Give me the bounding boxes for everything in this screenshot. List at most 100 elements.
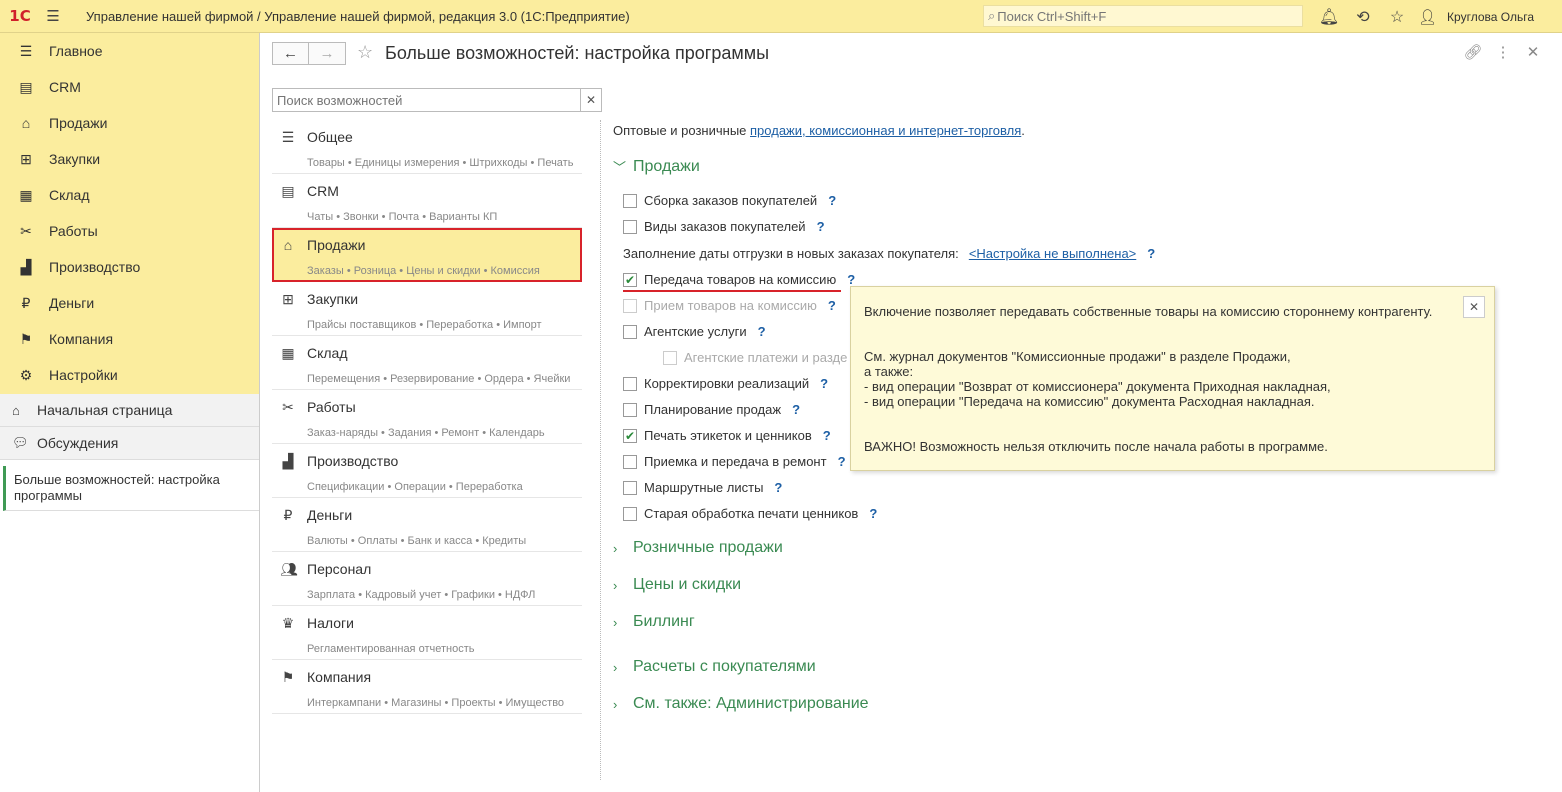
checkbox[interactable] [623, 402, 637, 417]
chevron-right-icon: › [613, 614, 618, 630]
clear-search-icon[interactable]: ✕ [580, 89, 601, 111]
nav-discussions[interactable]: 💬︎ Обсуждения [0, 427, 259, 460]
help-icon[interactable]: ? [869, 506, 877, 521]
section-main[interactable]: ☰ Главное [0, 33, 259, 69]
group-retail[interactable]: › Розничные продажи [613, 539, 783, 557]
favorite-star-icon[interactable]: ☆ [357, 42, 373, 63]
help-icon[interactable]: ? [823, 428, 831, 443]
highlight-underline [623, 290, 841, 292]
section-sales[interactable]: ⌂ Продажи [0, 105, 259, 141]
help-icon[interactable]: ? [847, 272, 855, 287]
feature-personnel[interactable]: 👥︎ Персонал Зарплата • Кадровый учет • Гра… [272, 552, 582, 606]
user-menu[interactable]: 👤︎ Круглова Ольга [1418, 0, 1534, 33]
bell-icon[interactable]: 🔔︎ [1312, 7, 1346, 27]
tooltip-line: См. журнал документов "Комиссионные прод… [864, 349, 1291, 364]
section-crm[interactable]: ▤ CRM [0, 69, 259, 105]
feature-money[interactable]: ₽ Деньги Валюты • Оплаты • Банк и касса • … [272, 498, 582, 552]
feature-general[interactable]: ☰ Общее Товары • Единицы измерения • Штрих… [272, 120, 582, 174]
tooltip-line: - вид операции "Возврат от комиссионера"… [864, 379, 1331, 394]
nav-discussions-label: Обсуждения [37, 435, 119, 451]
section-label: Работы [49, 223, 98, 239]
group-label: См. также: Администрирование [633, 695, 869, 712]
help-icon[interactable]: ? [774, 480, 782, 495]
checkbox[interactable] [623, 506, 637, 521]
page-title: Больше возможностей: настройка программы [385, 43, 770, 63]
tooltip-line: а также: [864, 364, 914, 379]
option-label: Старая обработка печати ценников [644, 506, 859, 521]
more-icon[interactable]: ⋮ [1488, 43, 1518, 61]
feature-sales[interactable]: ⌂ Продажи Заказы • Розница • Цены и скидки… [272, 228, 582, 282]
checkbox[interactable] [623, 480, 637, 495]
section-works[interactable]: ✂ Работы [0, 213, 259, 249]
feature-list: ☰ Общее Товары • Единицы измерения • Штрих… [272, 120, 582, 714]
checkbox[interactable] [623, 324, 637, 339]
group-label: Продажи [633, 157, 700, 175]
nav-home[interactable]: ⌂ Начальная страница [0, 394, 259, 427]
forward-button[interactable]: → [309, 42, 346, 65]
group-sales[interactable]: ﹀ Продажи [613, 157, 700, 176]
feature-crm[interactable]: ▤ CRM Чаты • Звонки • Почта • Варианты КП [272, 174, 582, 228]
help-icon[interactable]: ? [820, 376, 828, 391]
option-label: Планирование продаж [644, 402, 782, 417]
feature-search[interactable]: ✕ [272, 88, 602, 112]
feature-taxes[interactable]: ♛ Налоги Регламентированная отчетность [272, 606, 582, 660]
sections-panel: ☰ Главное ▤ CRM ⌂ Продажи ⊞ Закупки ▦ Склад ✂… [0, 33, 259, 394]
section-label: Склад [49, 187, 90, 203]
option-label: Корректировки реализаций [644, 376, 810, 391]
checkbox[interactable] [623, 454, 637, 469]
checkbox-checked[interactable]: ✔ [623, 428, 637, 443]
user-icon: 👤︎ [1418, 8, 1438, 26]
section-purchases[interactable]: ⊞ Закупки [0, 141, 259, 177]
checkbox[interactable] [623, 376, 637, 391]
feature-production[interactable]: ▟ Производство Спецификации • Операции • П… [272, 444, 582, 498]
help-icon[interactable]: ? [792, 402, 800, 417]
help-icon[interactable]: ? [1147, 246, 1155, 261]
option-label: Приемка и передача в ремонт [644, 454, 827, 469]
factory-icon: ▟ [282, 453, 294, 469]
main-menu-icon[interactable]: ☰ [40, 0, 66, 33]
option-label: Агентские услуги [644, 324, 747, 339]
history-icon[interactable]: ⟲ [1346, 7, 1380, 27]
group-prices[interactable]: › Цены и скидки [613, 576, 741, 594]
option-route-sheets: Маршрутные листы? [623, 480, 782, 495]
link-icon[interactable]: 🔗︎ [1458, 43, 1488, 61]
app-logo[interactable]: 1С [0, 0, 40, 33]
group-billing[interactable]: › Биллинг [613, 613, 695, 631]
checkbox-checked[interactable]: ✔ [623, 272, 637, 287]
menu-lines-icon: ☰ [19, 42, 33, 59]
back-button[interactable]: ← [272, 42, 309, 65]
shipping-date-link[interactable]: <Настройка не выполнена> [969, 246, 1136, 261]
help-icon[interactable]: ? [828, 193, 836, 208]
checkbox[interactable] [663, 350, 677, 365]
group-see-also[interactable]: › См. также: Администрирование [613, 695, 869, 713]
global-search-input[interactable] [997, 8, 1288, 24]
feature-warehouse[interactable]: ▦ Склад Перемещения • Резервирование • Орд… [272, 336, 582, 390]
feature-name: Склад [307, 345, 348, 361]
checkbox[interactable] [623, 298, 637, 313]
open-window-item[interactable]: Больше возможностей: настройка программы [3, 466, 259, 511]
intro-link[interactable]: продажи, комиссионная и интернет-торговл… [750, 123, 1021, 138]
feature-company[interactable]: ⚑ Компания Интеркампани • Магазины • Проек… [272, 660, 582, 714]
basket-icon: ⌂ [283, 237, 293, 253]
section-settings[interactable]: ⚙ Настройки [0, 357, 259, 393]
help-icon[interactable]: ? [838, 454, 846, 469]
section-warehouse[interactable]: ▦ Склад [0, 177, 259, 213]
feature-purchases[interactable]: ⊞ Закупки Прайсы поставщиков • Переработка… [272, 282, 582, 336]
checkbox[interactable] [623, 193, 637, 208]
close-icon[interactable]: ✕ [1518, 43, 1548, 61]
help-icon[interactable]: ? [828, 298, 836, 313]
checkbox[interactable] [623, 219, 637, 234]
help-icon[interactable]: ? [758, 324, 766, 339]
feature-works[interactable]: ✂ Работы Заказ-наряды • Задания • Ремонт •… [272, 390, 582, 444]
tooltip-close-icon[interactable]: ✕ [1463, 296, 1485, 318]
feature-search-input[interactable] [273, 89, 581, 111]
section-money[interactable]: ₽ Деньги [0, 285, 259, 321]
option-repair: Приемка и передача в ремонт? [623, 454, 846, 469]
chevron-right-icon: › [613, 577, 618, 593]
section-company[interactable]: ⚑ Компания [0, 321, 259, 357]
section-production[interactable]: ▟ Производство [0, 249, 259, 285]
global-search[interactable]: ⌕ [983, 5, 1303, 27]
help-icon[interactable]: ? [817, 219, 825, 234]
favorites-star-icon[interactable]: ☆ [1380, 7, 1414, 27]
group-settlements[interactable]: › Расчеты с покупателями [613, 658, 816, 676]
